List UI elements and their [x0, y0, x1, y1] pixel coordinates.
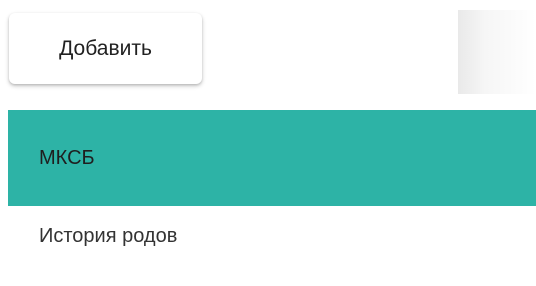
- menu-item-mksb[interactable]: МКСБ: [8, 110, 536, 206]
- menu-item-birth-history[interactable]: История родов: [8, 206, 536, 286]
- add-button[interactable]: Добавить: [9, 13, 202, 84]
- header-side-panel: [458, 10, 536, 94]
- menu-item-label: МКСБ: [39, 146, 95, 169]
- side-menu: МКСБ История родов: [8, 110, 536, 286]
- add-button-label: Добавить: [59, 36, 152, 60]
- menu-item-label: История родов: [39, 225, 178, 247]
